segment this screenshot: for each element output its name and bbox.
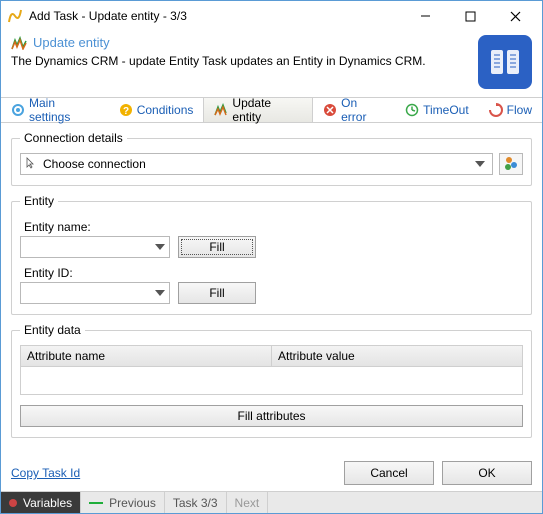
tab-timeout[interactable]: TimeOut	[395, 98, 479, 122]
connection-combo[interactable]: Choose connection	[20, 153, 493, 175]
entity-id-fill-button[interactable]: Fill	[178, 282, 256, 304]
cursor-icon	[25, 157, 39, 171]
tab-update-entity[interactable]: Update entity	[203, 98, 313, 122]
chevron-down-icon	[155, 290, 165, 296]
tab-label: Flow	[507, 103, 532, 117]
maximize-button[interactable]	[448, 2, 493, 30]
connection-legend: Connection details	[20, 131, 127, 145]
button-label: Fill	[209, 240, 224, 254]
button-label: Cancel	[370, 466, 407, 480]
entity-id-label: Entity ID:	[24, 266, 523, 280]
cancel-button[interactable]: Cancel	[344, 461, 434, 485]
button-label: Fill	[209, 286, 224, 300]
copy-task-id-link[interactable]: Copy Task Id	[11, 466, 80, 480]
entity-data-legend: Entity data	[20, 323, 85, 337]
flow-icon	[489, 103, 503, 117]
error-icon	[323, 103, 337, 117]
entity-name-combo[interactable]	[20, 236, 170, 258]
clock-icon	[405, 103, 419, 117]
help-panel-icon[interactable]	[478, 35, 532, 89]
entity-id-combo[interactable]	[20, 282, 170, 304]
tab-label: Conditions	[137, 103, 194, 117]
entity-legend: Entity	[20, 194, 58, 208]
chevron-down-icon	[155, 244, 165, 250]
svg-text:?: ?	[123, 106, 129, 117]
column-attribute-value[interactable]: Attribute value	[272, 346, 522, 366]
header: Update entity The Dynamics CRM - update …	[1, 31, 542, 97]
fill-attributes-button[interactable]: Fill attributes	[20, 405, 523, 427]
minimize-button[interactable]	[403, 2, 448, 30]
body: Connection details Choose connection Ent…	[1, 123, 542, 455]
page-title: Update entity	[33, 35, 110, 50]
tab-on-error[interactable]: On error	[313, 98, 395, 122]
entity-fieldset: Entity Entity name: Fill Entity ID: Fill	[11, 194, 532, 315]
status-label: Variables	[23, 496, 72, 510]
entity-name-label: Entity name:	[24, 220, 523, 234]
dash-icon	[89, 502, 103, 504]
chevron-down-icon	[472, 161, 488, 167]
tab-flow[interactable]: Flow	[479, 98, 542, 122]
tab-conditions[interactable]: ? Conditions	[109, 98, 204, 122]
tab-label: On error	[341, 96, 385, 124]
page-title-icon	[11, 36, 27, 50]
window-title: Add Task - Update entity - 3/3	[29, 9, 403, 23]
column-attribute-name[interactable]: Attribute name	[21, 346, 272, 366]
attribute-table-header: Attribute name Attribute value	[20, 345, 523, 367]
gear-icon	[11, 103, 25, 117]
status-label: Next	[235, 496, 260, 510]
titlebar: Add Task - Update entity - 3/3	[1, 1, 542, 31]
status-next[interactable]: Next	[227, 492, 269, 513]
attribute-table-body[interactable]	[20, 367, 523, 395]
page-description: The Dynamics CRM - update Entity Task up…	[11, 54, 478, 68]
question-icon: ?	[119, 103, 133, 117]
status-previous[interactable]: Previous	[81, 492, 165, 513]
connection-value: Choose connection	[43, 157, 472, 171]
entity-data-fieldset: Entity data Attribute name Attribute val…	[11, 323, 532, 438]
window: Add Task - Update entity - 3/3 Update en…	[0, 0, 543, 514]
tab-label: Update entity	[232, 96, 302, 124]
manage-connections-button[interactable]	[499, 153, 523, 175]
tab-label: TimeOut	[423, 103, 469, 117]
button-label: OK	[478, 466, 495, 480]
connection-fieldset: Connection details Choose connection	[11, 131, 532, 186]
tab-strip: Main settings ? Conditions Update entity…	[1, 97, 542, 123]
entity-name-fill-button[interactable]: Fill	[178, 236, 256, 258]
status-variables[interactable]: Variables	[1, 492, 81, 513]
close-button[interactable]	[493, 2, 538, 30]
tab-main-settings[interactable]: Main settings	[1, 98, 109, 122]
status-label: Previous	[109, 496, 156, 510]
status-task[interactable]: Task 3/3	[165, 492, 227, 513]
status-bar: Variables Previous Task 3/3 Next	[1, 491, 542, 513]
tab-label: Main settings	[29, 96, 99, 124]
window-buttons	[403, 2, 538, 30]
button-label: Fill attributes	[237, 409, 305, 423]
ok-button[interactable]: OK	[442, 461, 532, 485]
app-icon	[7, 8, 23, 24]
status-label: Task 3/3	[173, 496, 218, 510]
chart-icon	[214, 103, 228, 117]
record-dot-icon	[9, 499, 17, 507]
footer-button-row: Copy Task Id Cancel OK	[1, 455, 542, 491]
